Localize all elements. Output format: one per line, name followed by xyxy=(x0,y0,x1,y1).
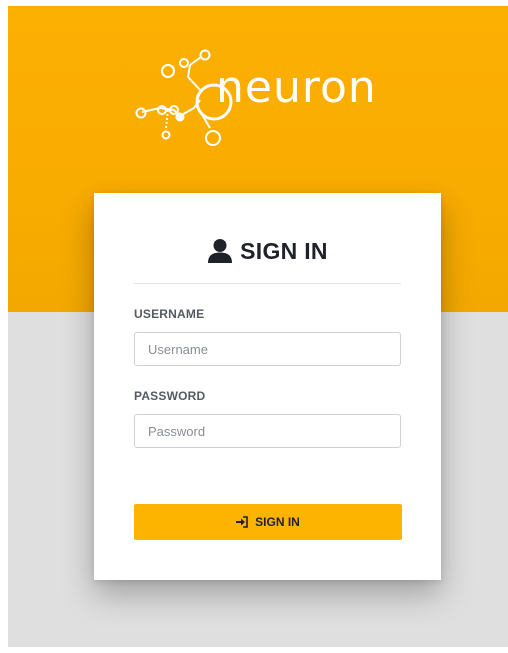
sign-in-button-label: SIGN IN xyxy=(255,515,300,529)
username-label: USERNAME xyxy=(134,307,205,321)
password-input[interactable] xyxy=(134,414,401,448)
password-label: PASSWORD xyxy=(134,389,206,403)
page-frame: neuron SIGN IN USERNAME PASSWORD SIGN IN xyxy=(8,6,508,647)
login-card: SIGN IN USERNAME PASSWORD SIGN IN xyxy=(94,193,441,580)
brand-logo: neuron xyxy=(124,44,404,156)
user-icon xyxy=(208,239,233,263)
brand-name: neuron xyxy=(216,62,377,113)
sign-in-button[interactable]: SIGN IN xyxy=(134,504,402,540)
sign-in-icon xyxy=(236,516,248,528)
title-divider xyxy=(134,283,401,284)
username-input[interactable] xyxy=(134,332,401,366)
login-title-text: SIGN IN xyxy=(240,237,328,264)
login-title: SIGN IN xyxy=(94,233,441,269)
